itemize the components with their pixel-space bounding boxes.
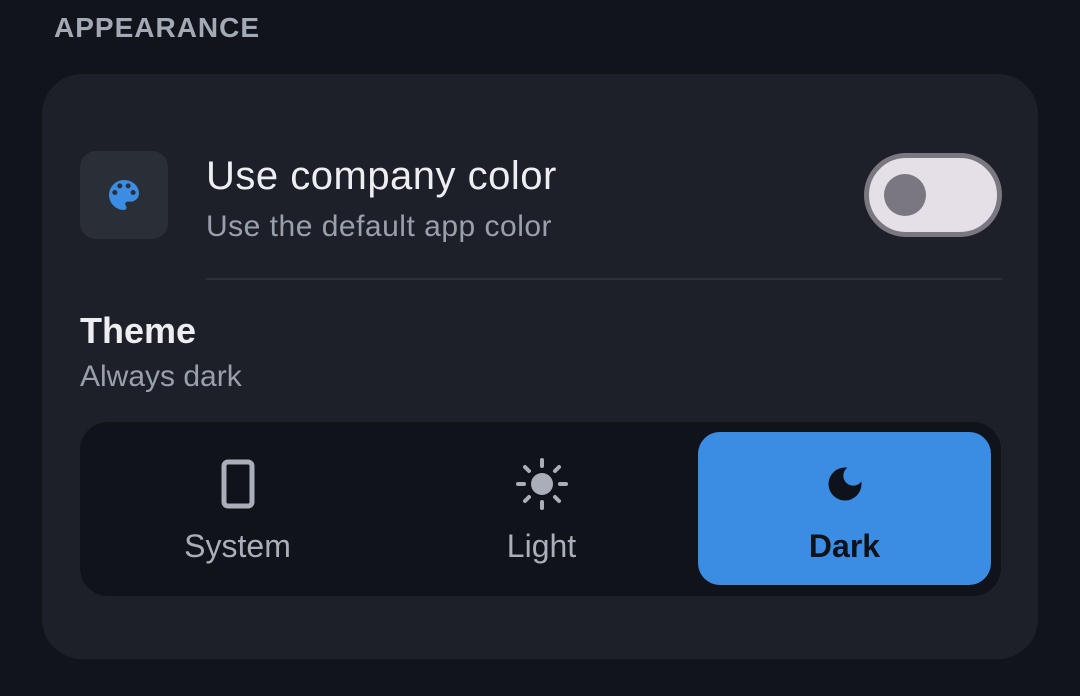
section-header-appearance: APPEARANCE — [54, 12, 261, 43]
theme-option-system[interactable]: System — [91, 432, 384, 585]
theme-option-dark[interactable]: Dark — [698, 432, 991, 585]
appearance-card: Use company color Use the default app co… — [42, 74, 1038, 659]
company-color-subtitle: Use the default app color — [206, 210, 553, 243]
company-color-row[interactable]: Use company color Use the default app co… — [80, 150, 1000, 243]
theme-option-light[interactable]: Light — [395, 432, 688, 585]
theme-subtitle: Always dark — [80, 360, 242, 393]
moon-icon — [823, 458, 867, 510]
settings-page: APPEARANCE Use company color Use the def… — [0, 0, 1080, 696]
theme-title: Theme — [80, 310, 197, 351]
theme-option-label: Dark — [808, 528, 881, 564]
palette-icon — [80, 151, 168, 239]
company-color-title: Use company color — [206, 154, 557, 198]
sun-icon — [515, 458, 568, 510]
company-color-toggle[interactable] — [864, 153, 1002, 237]
toggle-knob — [884, 174, 926, 216]
theme-segmented-control: System Light Dark — [80, 422, 1001, 596]
theme-option-label: System — [184, 528, 291, 564]
phone-icon — [221, 458, 255, 510]
divider — [206, 278, 1002, 280]
theme-option-label: Light — [506, 528, 577, 564]
